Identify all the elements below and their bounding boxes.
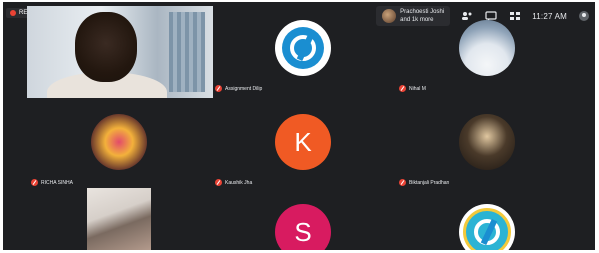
avatar-letter: K [294, 126, 312, 157]
participant-avatar-assignment-dilip[interactable] [275, 20, 331, 76]
presenter-avatar-icon [382, 9, 397, 23]
participant-name: Biktanjali Pradhan [409, 179, 450, 186]
clock-time: 11:27 AM [532, 11, 567, 21]
participant-avatar-biktanjali[interactable] [459, 114, 515, 170]
presenter-name: Prachoesti Joshi [400, 9, 445, 15]
participant-name-tag: Kaushik Jha [215, 179, 252, 186]
participant-video-room[interactable] [87, 188, 151, 250]
mic-off-icon [399, 179, 406, 186]
participant-name-tag: RICHA SINHA [31, 179, 73, 186]
meeting-stage: REC Prachoesti Joshi and 1k more 11:27 A… [3, 2, 595, 250]
speaker-head [75, 12, 137, 82]
people-icon[interactable] [460, 10, 474, 22]
account-icon[interactable] [577, 10, 591, 22]
record-icon [10, 10, 16, 16]
active-speaker-video[interactable] [27, 6, 213, 98]
mic-off-icon [31, 179, 38, 186]
participant-avatar-s[interactable]: S [275, 204, 331, 250]
mic-off-icon [215, 179, 222, 186]
presenter-more: and 1k more [400, 17, 434, 23]
participant-avatar-nihal[interactable] [459, 20, 515, 76]
participant-name: Kaushik Jha [225, 179, 253, 186]
mic-off-icon [399, 85, 406, 92]
participant-avatar-logo[interactable] [459, 204, 515, 250]
brand-logo-icon [463, 208, 511, 250]
participant-name: Nihal M [409, 85, 426, 92]
participant-avatar-kaushik[interactable]: K [275, 114, 331, 170]
background-curtain [169, 12, 205, 92]
participant-name-tag: Nihal M [399, 85, 426, 92]
participant-name-tag: Assignment Dilip [215, 85, 262, 92]
participant-name: RICHA SINHA [41, 179, 73, 186]
grid-icon[interactable] [508, 10, 522, 22]
participant-name: Assignment Dilip [225, 85, 263, 92]
presenter-chip[interactable]: Prachoesti Joshi and 1k more [376, 6, 451, 26]
mic-off-icon [215, 85, 222, 92]
avatar-letter: S [294, 216, 312, 247]
brand-logo-icon [282, 27, 324, 69]
participant-avatar-richa[interactable] [91, 114, 147, 170]
participant-name-tag: Biktanjali Pradhan [399, 179, 449, 186]
